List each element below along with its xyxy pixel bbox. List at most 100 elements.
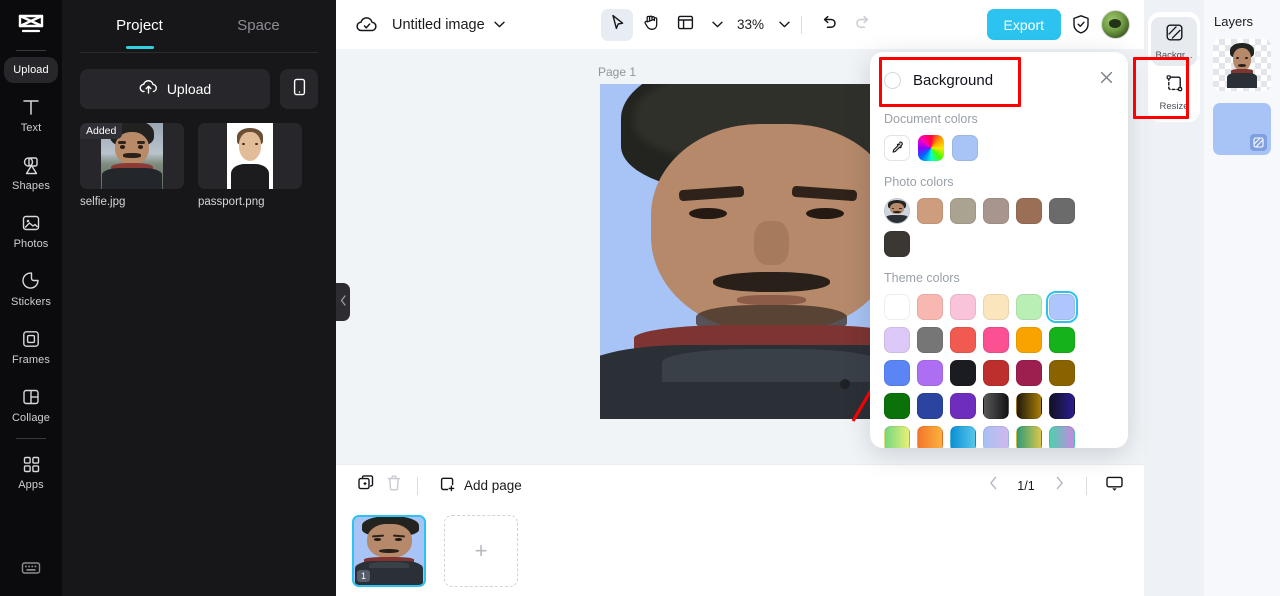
swatch-photo-color-1[interactable]: [917, 198, 943, 224]
layer-item-photo[interactable]: [1213, 39, 1271, 91]
document-colors-row: [884, 135, 1114, 161]
swatch-theme-periwinkle[interactable]: [1045, 290, 1079, 324]
zoom-chevron-down-icon[interactable]: [779, 21, 790, 28]
swatch-theme-white[interactable]: [884, 294, 910, 320]
duplicate-page-button[interactable]: [352, 472, 380, 500]
swatch-theme-grad-teal-gold[interactable]: [1016, 426, 1042, 448]
swatch-photo-color-3[interactable]: [983, 198, 1009, 224]
swatch-theme-brick[interactable]: [983, 360, 1009, 386]
layer-item-background[interactable]: [1213, 103, 1271, 155]
upload-button[interactable]: Upload: [80, 69, 270, 109]
background-popover-title: Background: [913, 71, 994, 89]
undo-button[interactable]: [813, 9, 845, 41]
swatch-theme-green[interactable]: [1049, 327, 1075, 353]
swatch-theme-lavender[interactable]: [884, 327, 910, 353]
sidebar-item-text[interactable]: Text: [4, 88, 58, 141]
app-root: Upload Text Shapes Photos Stickers Frame…: [0, 0, 1280, 596]
add-page-label: Add page: [464, 478, 522, 493]
sidebar-item-frames[interactable]: Frames: [4, 320, 58, 373]
sidebar-item-photos[interactable]: Photos: [4, 204, 58, 257]
zoom-level[interactable]: 33%: [737, 17, 764, 32]
swatch-theme-grad-green-yellow[interactable]: [884, 426, 910, 448]
page-thumbnail-1[interactable]: 1: [352, 515, 426, 587]
asset-thumbnail[interactable]: Added: [80, 123, 184, 189]
background-popover-body: Document colors Photo colors Theme color…: [870, 108, 1128, 448]
close-popover-button[interactable]: [1099, 70, 1114, 90]
redo-button[interactable]: [847, 9, 879, 41]
swatch-theme-orange[interactable]: [1016, 327, 1042, 353]
text-icon: [19, 95, 43, 119]
swatch-theme-grad-orange[interactable]: [917, 426, 943, 448]
cloud-saved-icon[interactable]: [354, 12, 380, 38]
layout-tool-button[interactable]: [669, 9, 701, 41]
shield-check-icon[interactable]: [1067, 11, 1095, 39]
asset-item-passport[interactable]: passport.png: [198, 123, 302, 208]
layers-panel: Layers: [1204, 0, 1280, 596]
swatch-photo-source-thumb[interactable]: [884, 198, 910, 224]
swatch-photo-color-5[interactable]: [1049, 198, 1075, 224]
frames-icon: [19, 327, 43, 351]
export-button[interactable]: Export: [986, 9, 1061, 40]
user-avatar[interactable]: [1101, 10, 1130, 39]
swatch-theme-grad-black[interactable]: [983, 393, 1009, 419]
delete-page-button[interactable]: [380, 472, 408, 500]
prev-page-button[interactable]: [979, 472, 1007, 500]
swatch-photo-color-4[interactable]: [1016, 198, 1042, 224]
swatch-theme-grad-indigo[interactable]: [1049, 393, 1075, 419]
present-button[interactable]: [1100, 472, 1128, 500]
asset-list: Added selfie.jpg passport.png: [62, 109, 336, 208]
select-tool-button[interactable]: [600, 8, 633, 41]
tab-project[interactable]: Project: [80, 0, 199, 52]
sidebar-item-collage[interactable]: Collage: [4, 378, 58, 431]
section-label-theme-colors: Theme colors: [884, 271, 960, 285]
resize-tool-button[interactable]: Resize: [1151, 68, 1197, 117]
capcut-logo-icon[interactable]: [11, 8, 51, 42]
swatch-theme-violet[interactable]: [950, 393, 976, 419]
asset-item-selfie[interactable]: Added selfie.jpg: [80, 123, 184, 208]
swatch-theme-olive-gold[interactable]: [1049, 360, 1075, 386]
layout-chevron-down-icon[interactable]: [712, 21, 723, 28]
background-tool-button[interactable]: Backgr...: [1151, 17, 1197, 66]
eyedropper-button[interactable]: [884, 135, 910, 161]
add-page-button[interactable]: Add page: [439, 476, 522, 496]
swatch-photo-color-6[interactable]: [884, 231, 910, 257]
swatch-theme-grad-mint-pink[interactable]: [1049, 426, 1075, 448]
swatch-theme-grad-lavender[interactable]: [983, 426, 1009, 448]
toolbar-divider: [801, 15, 803, 34]
swatch-theme-hot-pink[interactable]: [983, 327, 1009, 353]
swatch-theme-near-black[interactable]: [950, 360, 976, 386]
color-wheel-button[interactable]: [918, 135, 944, 161]
upload-button-label: Upload: [166, 81, 212, 97]
swatch-theme-red-coral[interactable]: [950, 327, 976, 353]
sidebar-item-stickers[interactable]: Stickers: [4, 262, 58, 315]
swatch-theme-pink-light[interactable]: [950, 294, 976, 320]
swatch-theme-grad-gold[interactable]: [1016, 393, 1042, 419]
tab-space[interactable]: Space: [199, 0, 318, 52]
panel-collapse-handle[interactable]: [336, 283, 350, 321]
swatch-photo-color-2[interactable]: [950, 198, 976, 224]
next-page-button[interactable]: [1045, 472, 1073, 500]
swatch-theme-gray[interactable]: [917, 327, 943, 353]
swatch-theme-cream[interactable]: [983, 294, 1009, 320]
background-swatch-indicator[interactable]: [884, 71, 901, 89]
swatch-theme-blue[interactable]: [884, 360, 910, 386]
sidebar-item-apps[interactable]: Apps: [4, 445, 58, 498]
swatch-theme-salmon[interactable]: [917, 294, 943, 320]
swatch-theme-navy[interactable]: [917, 393, 943, 419]
chevron-down-icon[interactable]: [493, 21, 505, 28]
swatch-theme-dark-green[interactable]: [884, 393, 910, 419]
upload-from-phone-button[interactable]: [280, 69, 318, 109]
sidebar-item-upload[interactable]: Upload: [4, 57, 58, 83]
left-tool-rail: Upload Text Shapes Photos Stickers Frame…: [0, 0, 62, 596]
swatch-theme-maroon[interactable]: [1016, 360, 1042, 386]
swatch-doc-color-blue[interactable]: [952, 135, 978, 161]
swatch-theme-grad-blue[interactable]: [950, 426, 976, 448]
document-title[interactable]: Untitled image: [392, 17, 485, 33]
swatch-theme-purple-lt[interactable]: [917, 360, 943, 386]
keyboard-shortcut-button[interactable]: [19, 556, 43, 580]
swatch-theme-mint[interactable]: [1016, 294, 1042, 320]
hand-tool-button[interactable]: [635, 9, 667, 41]
add-page-placeholder[interactable]: +: [444, 515, 518, 587]
sidebar-item-shapes[interactable]: Shapes: [4, 146, 58, 199]
asset-thumbnail[interactable]: [198, 123, 302, 189]
